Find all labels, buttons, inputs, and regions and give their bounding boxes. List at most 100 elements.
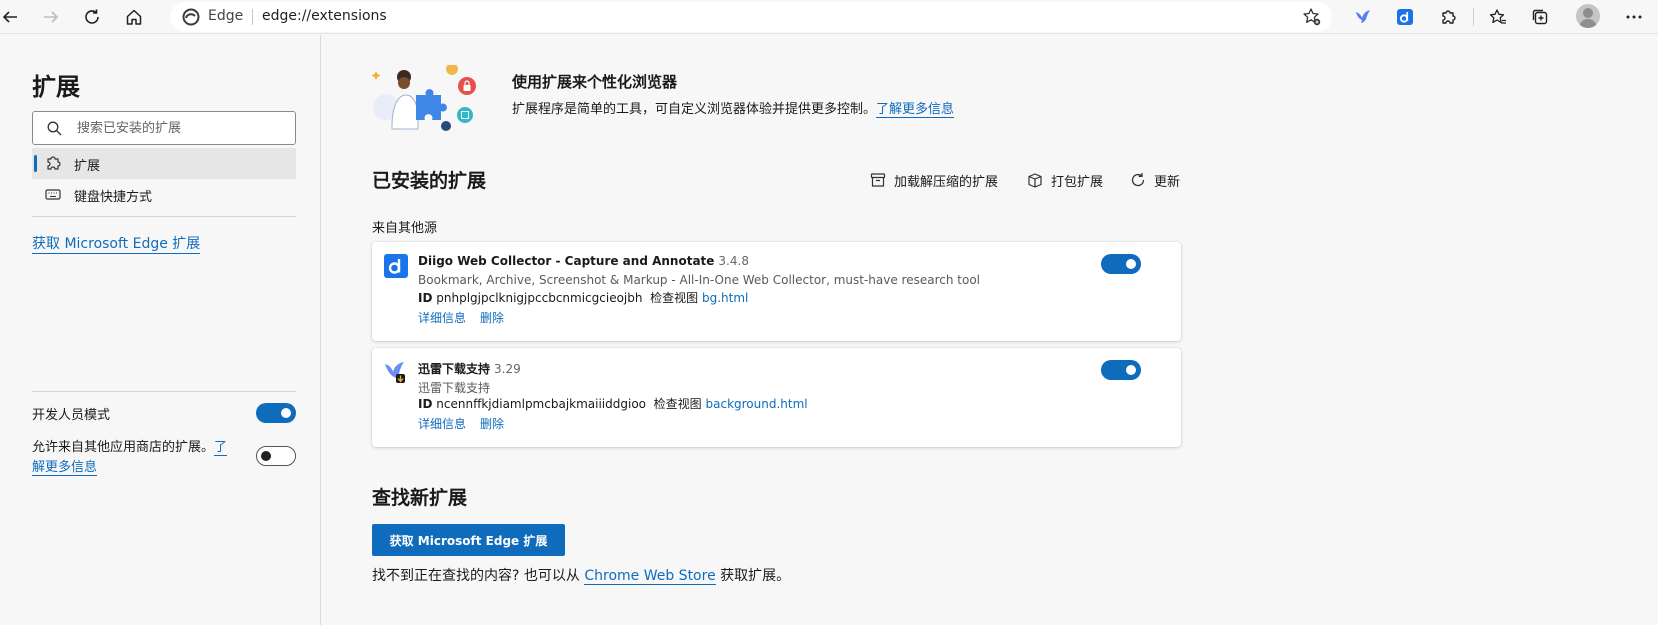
hero-description-text: 扩展程序是简单的工具，可自定义浏览器体验并提供更多控制。: [512, 102, 877, 117]
back-button[interactable]: [0, 3, 24, 31]
chrome-web-store-link[interactable]: Chrome Web Store: [584, 568, 716, 585]
bird-icon: [1356, 10, 1370, 23]
edge-logo-icon: [182, 8, 200, 26]
pack-extension-label: 打包扩展: [1051, 174, 1104, 190]
settings-more-button[interactable]: [1620, 3, 1648, 31]
profile-avatar[interactable]: [1576, 4, 1600, 28]
extension-name: 迅雷下载支持 3.29: [418, 360, 521, 377]
extension-id-line: ID ncennffkjdiamlpmcbajkmaiiiddgioo 检查视图…: [418, 395, 808, 412]
footer-suffix: 获取扩展。: [720, 568, 791, 584]
home-icon: [126, 9, 142, 25]
search-icon: [47, 121, 62, 136]
extension-version: 3.29: [494, 362, 521, 376]
refresh-button[interactable]: [78, 3, 106, 31]
allow-other-stores-label: 允许来自其他应用商店的扩展。: [32, 440, 215, 455]
extensions-illustration-icon: [372, 65, 476, 131]
extension-links: 详细信息 删除: [418, 309, 518, 326]
extension-enable-toggle[interactable]: [1101, 360, 1141, 380]
details-link[interactable]: 详细信息: [418, 311, 466, 325]
sidebar: 扩展 扩展 键盘快捷方式 获取 Microsoft Edge 扩展 开发人员模式…: [0, 35, 321, 625]
get-extensions-link[interactable]: 获取 Microsoft Edge 扩展: [32, 236, 201, 254]
extension-id-label: ID: [418, 291, 433, 305]
update-label: 更新: [1154, 174, 1181, 190]
extension-description: 迅雷下载支持: [418, 381, 491, 395]
favorites-star-icon: [1489, 9, 1506, 24]
pack-extension-button[interactable]: 打包扩展: [1027, 170, 1103, 190]
details-link[interactable]: 详细信息: [418, 417, 466, 431]
extension-name-text: 迅雷下载支持: [418, 362, 491, 376]
hero-learn-more-link[interactable]: 了解更多信息: [876, 102, 955, 118]
inspect-view-link[interactable]: bg.html: [702, 291, 748, 305]
find-extensions-title: 查找新扩展: [372, 487, 468, 509]
address-url[interactable]: edge://extensions: [262, 8, 387, 24]
extension-id-line: ID pnhplgjpclknigjpccbcnmicgcieojbh 检查视图…: [418, 289, 748, 306]
footer-prefix: 找不到正在查找的内容? 也可以从: [372, 568, 580, 584]
inspect-views-label: 检查视图: [650, 291, 699, 305]
sidebar-divider: [32, 216, 296, 217]
load-unpacked-button[interactable]: 加载解压缩的扩展: [870, 170, 998, 190]
back-arrow-icon: [2, 11, 17, 23]
collections-button[interactable]: [1526, 3, 1554, 31]
diigo-extension-button[interactable]: [1391, 3, 1419, 31]
xunlei-extension-button[interactable]: [1349, 3, 1377, 31]
add-favorite-icon[interactable]: [1302, 7, 1322, 27]
allow-other-stores-toggle[interactable]: [256, 446, 296, 466]
extension-description: Bookmark, Archive, Screenshot & Markup -…: [418, 273, 981, 287]
remove-link[interactable]: 删除: [480, 311, 504, 325]
address-bar[interactable]: Edge edge://extensions: [170, 2, 1332, 32]
source-label: 来自其他源: [372, 221, 438, 236]
footer-text: 找不到正在查找的内容? 也可以从 Chrome Web Store 获取扩展。: [372, 565, 790, 585]
extensions-button[interactable]: [1434, 3, 1462, 31]
keyboard-icon: [45, 189, 61, 200]
refresh-icon: [85, 9, 99, 24]
bird-icon: [385, 362, 405, 383]
forward-arrow-icon: [44, 11, 59, 23]
collections-icon: [1532, 9, 1548, 25]
extension-id-label: ID: [418, 397, 433, 411]
forward-button[interactable]: [37, 3, 65, 31]
search-input[interactable]: [77, 118, 287, 138]
toolbar-divider: [1473, 8, 1474, 26]
home-button[interactable]: [120, 3, 148, 31]
more-dots-icon: [1626, 15, 1642, 19]
remove-link[interactable]: 删除: [480, 417, 504, 431]
search-box[interactable]: [32, 111, 296, 145]
hero-title: 使用扩展来个性化浏览器: [512, 73, 678, 91]
load-unpacked-label: 加载解压缩的扩展: [894, 174, 999, 190]
main-content: 使用扩展来个性化浏览器 扩展程序是简单的工具，可自定义浏览器体验并提供更多控制。…: [322, 35, 1658, 625]
sidebar-title: 扩展: [32, 73, 80, 101]
extension-version: 3.4.8: [718, 254, 749, 268]
extension-links: 详细信息 删除: [418, 415, 518, 432]
sidebar-item-label: 键盘快捷方式: [74, 190, 153, 205]
extension-id: ncennffkjdiamlpmcbajkmaiiiddgioo: [436, 397, 647, 411]
extension-card-xunlei: 迅雷下载支持 3.29 迅雷下载支持 ID ncennffkjdiamlpmcba…: [372, 348, 1181, 447]
refresh-icon: [1131, 173, 1145, 187]
sidebar-item-keyboard-shortcuts[interactable]: 键盘快捷方式: [32, 179, 296, 210]
extension-id: pnhplgjpclknigjpccbcnmicgcieojbh: [436, 291, 643, 305]
sidebar-item-extensions[interactable]: 扩展: [32, 148, 296, 179]
update-button[interactable]: 更新: [1130, 170, 1180, 190]
allow-other-stores-text: 允许来自其他应用商店的扩展。了解更多信息: [32, 438, 237, 478]
developer-mode-label: 开发人员模式: [32, 408, 111, 423]
puzzle-icon: [1442, 10, 1456, 24]
developer-mode-toggle[interactable]: [256, 403, 296, 423]
extension-enable-toggle[interactable]: [1101, 254, 1141, 274]
diigo-icon: [1397, 9, 1413, 25]
inspect-view-link[interactable]: background.html: [706, 397, 808, 411]
archive-box-icon: [870, 173, 886, 187]
extension-name: Diigo Web Collector - Capture and Annota…: [418, 254, 749, 268]
inspect-views-label: 检查视图: [653, 397, 702, 411]
address-divider: [252, 9, 253, 25]
diigo-icon: [384, 254, 408, 278]
address-brand: Edge: [208, 8, 244, 24]
package-icon: [1028, 173, 1042, 188]
hero-description: 扩展程序是简单的工具，可自定义浏览器体验并提供更多控制。了解更多信息: [512, 98, 955, 118]
sidebar-divider: [32, 391, 296, 392]
favorites-button[interactable]: [1484, 3, 1512, 31]
extension-name-text: Diigo Web Collector - Capture and Annota…: [418, 254, 715, 268]
extension-card-diigo: Diigo Web Collector - Capture and Annota…: [372, 242, 1181, 341]
sidebar-item-label: 扩展: [74, 159, 101, 174]
puzzle-icon: [47, 156, 61, 170]
get-extensions-button[interactable]: 获取 Microsoft Edge 扩展: [372, 524, 565, 556]
browser-toolbar: Edge edge://extensions: [0, 0, 1658, 34]
